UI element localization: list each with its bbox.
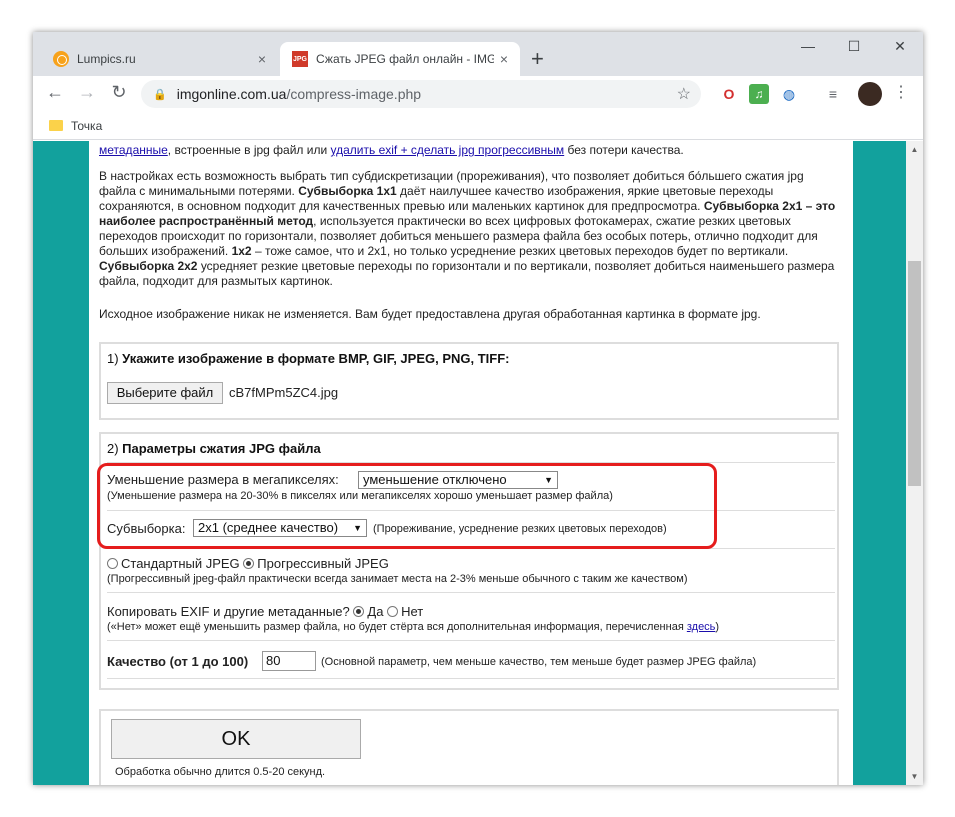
paragraph-text: усредняет резкие цветовые переходы по го… — [99, 259, 835, 288]
paragraph-text: – тоже самое, что и 2x1, но только усред… — [251, 244, 789, 258]
paragraph-bold: Субвыборка 1x1 — [298, 184, 397, 198]
quality-hint: (Основной параметр, чем меньше качество,… — [321, 656, 757, 668]
progressive-hint: (Прогрессивный jpeg-файл практически все… — [107, 573, 688, 585]
minimize-button[interactable]: — — [785, 38, 831, 54]
quality-input[interactable]: 80 — [262, 651, 316, 671]
bookmark-tochka[interactable]: Точка — [71, 119, 102, 133]
reload-icon[interactable]: ↻ — [107, 82, 131, 103]
lumpics-favicon-icon — [53, 51, 69, 67]
standard-jpeg-label: Стандартный JPEG — [121, 556, 240, 571]
reading-list-icon[interactable]: ≡ — [823, 84, 843, 104]
subsampling-paragraph: В настройках есть возможность выбрать ти… — [99, 169, 841, 289]
processing-note: Обработка обычно длится 0.5-20 секунд. — [115, 766, 326, 778]
lock-icon: 🔒 — [153, 88, 167, 101]
standard-jpeg-radio[interactable] — [107, 558, 118, 569]
back-icon[interactable]: ← — [43, 82, 67, 103]
tab-title: Lumpics.ru — [77, 52, 136, 66]
exif-hint: («Нет» может ещё уменьшить размер файла,… — [107, 621, 719, 633]
url-host: imgonline.com.ua — [176, 86, 287, 102]
exif-yes-label: Да — [367, 604, 384, 619]
browser-window: Lumpics.ru × JPG Сжать JPEG файл онлайн … — [33, 32, 923, 785]
intro-text: без потери качества. — [564, 143, 684, 157]
exif-yes-radio[interactable] — [353, 606, 365, 617]
divider — [107, 640, 835, 641]
forward-icon[interactable]: → — [75, 82, 99, 103]
exif-no-radio[interactable] — [387, 606, 399, 617]
exif-hint-text: («Нет» может ещё уменьшить размер файла,… — [107, 621, 687, 633]
intro-text: , встроенные в jpg файл или — [167, 143, 331, 157]
submit-panel: OK Обработка обычно длится 0.5-20 секунд… — [99, 709, 839, 785]
browser-toolbar: ← → ↻ 🔒 imgonline.com.ua /compress-image… — [33, 76, 923, 112]
step-number: 1) — [107, 351, 123, 366]
step1-title-text: Укажите изображение в формате BMP, GIF, … — [122, 351, 510, 366]
metadata-link[interactable]: метаданные — [99, 143, 168, 157]
divider — [107, 678, 835, 679]
folder-icon — [49, 120, 63, 131]
step1-panel: 1) Укажите изображение в формате BMP, GI… — [99, 342, 839, 420]
maximize-button[interactable]: ☐ — [831, 38, 877, 55]
bookmark-star-icon[interactable]: ☆ — [677, 84, 691, 104]
url-path: /compress-image.php — [286, 86, 422, 102]
tab-lumpics[interactable]: Lumpics.ru × — [41, 42, 278, 76]
intro-paragraph: метаданные, встроенные в jpg файл или уд… — [99, 143, 841, 158]
step2-title: 2) Параметры сжатия JPG файла — [107, 441, 321, 456]
page-viewport: метаданные, встроенные в jpg файл или уд… — [33, 141, 906, 785]
scroll-up-icon[interactable]: ▲ — [906, 141, 923, 158]
step1-title: 1) Укажите изображение в формате BMP, GI… — [107, 351, 510, 366]
new-tab-button[interactable]: + — [531, 46, 544, 72]
scrollbar-thumb[interactable] — [908, 261, 921, 486]
progressive-jpeg-radio[interactable] — [243, 558, 255, 569]
exif-label: Копировать EXIF и другие метаданные? — [107, 604, 350, 619]
tab-title: Сжать JPEG файл онлайн - IMG — [316, 52, 494, 66]
page-scrollbar[interactable]: ▲ ▼ — [906, 141, 923, 785]
exif-hint-text: ) — [715, 621, 720, 633]
selected-file-name: cB7fMPm5ZC4.jpg — [229, 385, 339, 400]
tab-strip: Lumpics.ru × JPG Сжать JPEG файл онлайн … — [33, 32, 923, 76]
jpg-favicon-icon: JPG — [292, 51, 308, 67]
quality-label: Качество (от 1 до 100) — [107, 654, 249, 669]
step2-title-text: Параметры сжатия JPG файла — [122, 441, 321, 456]
scroll-down-icon[interactable]: ▼ — [906, 768, 923, 785]
original-note-paragraph: Исходное изображение никак не изменяется… — [99, 307, 761, 321]
tab-imgonline[interactable]: JPG Сжать JPEG файл онлайн - IMG × — [280, 42, 520, 76]
jpeg-type-options: Стандартный JPEG Прогрессивный JPEG — [107, 556, 389, 571]
globe-extension-icon[interactable]: ◍ — [779, 84, 799, 104]
opera-extension-icon[interactable]: O — [719, 84, 739, 104]
music-extension-icon[interactable]: ♫ — [749, 84, 769, 104]
tab-close-icon[interactable]: × — [252, 51, 272, 67]
exif-options: Копировать EXIF и другие метаданные? Да … — [107, 604, 423, 619]
exif-details-link[interactable]: здесь — [687, 621, 716, 633]
highlight-frame — [97, 463, 717, 549]
address-bar[interactable]: 🔒 imgonline.com.ua /compress-image.php ☆ — [141, 80, 701, 108]
close-window-button[interactable]: ✕ — [877, 38, 923, 55]
step-number: 2) — [107, 441, 123, 456]
ok-button[interactable]: OK — [111, 719, 361, 759]
divider — [107, 592, 835, 593]
exif-no-label: Нет — [401, 604, 424, 619]
tab-close-icon[interactable]: × — [494, 51, 514, 67]
choose-file-button[interactable]: Выберите файл — [107, 382, 223, 404]
progressive-jpeg-label: Прогрессивный JPEG — [257, 556, 389, 571]
paragraph-bold: Субвыборка 2x2 — [99, 259, 198, 273]
paragraph-bold: 1x2 — [231, 244, 252, 258]
profile-avatar[interactable] — [858, 82, 882, 106]
browser-menu-icon[interactable]: ⋮ — [893, 82, 909, 102]
bookmarks-bar: Точка — [33, 112, 923, 140]
remove-exif-link[interactable]: удалить exif + сделать jpg прогрессивным — [331, 143, 565, 157]
